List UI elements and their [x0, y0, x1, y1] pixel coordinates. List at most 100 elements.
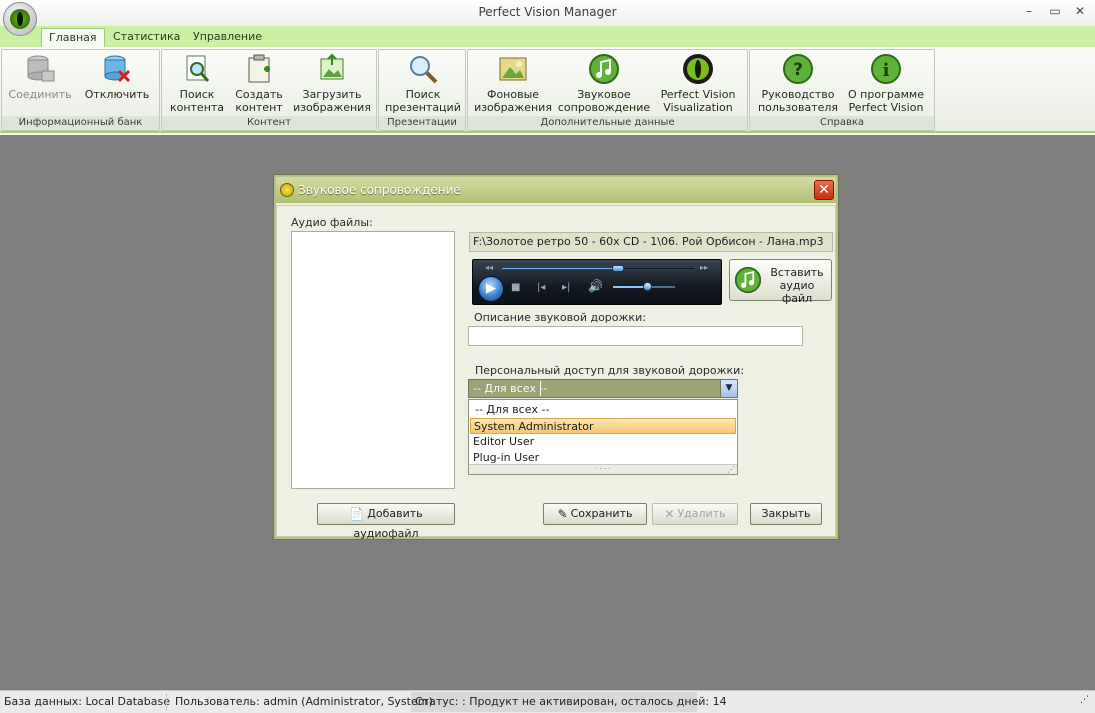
- audio-files-list[interactable]: [291, 231, 455, 489]
- audio-accompaniment-label-2: сопровождение: [557, 101, 651, 114]
- search-content-button[interactable]: Поиск контента: [166, 53, 228, 114]
- volume-slider[interactable]: [613, 282, 675, 291]
- music-note-icon: [734, 266, 762, 294]
- delete-label: Удалить: [677, 507, 726, 520]
- resize-grip-icon[interactable]: ⋰: [1080, 695, 1089, 705]
- dialog-title-bar[interactable]: Звуковое сопровождение ✕: [276, 177, 836, 203]
- upload-images-label-1: Загрузить: [302, 88, 362, 101]
- maximize-button[interactable]: ▭: [1045, 3, 1065, 19]
- volume-thumb[interactable]: [643, 282, 653, 291]
- rewind-icon[interactable]: ◂◂: [485, 263, 493, 272]
- title-bar: Perfect Vision Manager – ▭ ✕: [0, 0, 1095, 26]
- tab-statistics[interactable]: Статистика: [106, 28, 187, 47]
- help-icon: ?: [783, 54, 813, 84]
- group-info-bank: Соединить Отключить Информационный банк: [1, 49, 160, 131]
- database-connect-icon: [27, 55, 55, 82]
- upload-images-label-2: изображения: [293, 101, 371, 114]
- save-button[interactable]: ✎ Сохранить: [543, 503, 647, 525]
- background-images-label-1: Фоновые: [486, 88, 540, 101]
- audio-dialog: Звуковое сопровождение ✕ Аудио файлы: F:…: [274, 175, 838, 540]
- magnifier-icon: [410, 56, 438, 84]
- user-guide-label-2: пользователя: [757, 101, 839, 114]
- connect-button[interactable]: Соединить: [6, 53, 74, 101]
- upload-images-button[interactable]: Загрузить изображения: [290, 53, 374, 114]
- access-selected-value: -- Для всех --: [473, 382, 548, 395]
- chevron-down-icon[interactable]: ▼: [720, 380, 737, 397]
- access-dropdown-list: -- Для всех -- System Administrator Edit…: [468, 399, 738, 475]
- app-menu-logo-icon[interactable]: [3, 2, 37, 36]
- pv-visualization-button[interactable]: Perfect Vision Visualization: [654, 53, 742, 114]
- next-icon[interactable]: ▸|: [562, 282, 570, 293]
- search-document-icon: [186, 55, 210, 82]
- stop-icon[interactable]: ■: [511, 282, 520, 293]
- seek-bar[interactable]: [501, 265, 695, 272]
- svg-text:i: i: [883, 60, 890, 81]
- tab-management[interactable]: Управление: [186, 28, 269, 47]
- previous-icon[interactable]: |◂: [537, 282, 545, 293]
- resize-grip-icon[interactable]: ⋰: [727, 465, 735, 474]
- app-title: Perfect Vision Manager: [478, 5, 617, 19]
- tab-main[interactable]: Главная: [41, 28, 105, 47]
- group-additional-data: Фоновые изображения Звуковое сопровожден…: [467, 49, 748, 131]
- fast-forward-icon[interactable]: ▸▸: [700, 263, 708, 272]
- create-content-label-1: Создать: [235, 88, 283, 101]
- image-upload-icon: [320, 53, 344, 80]
- background-images-label-2: изображения: [474, 101, 552, 114]
- insert-audio-label-2: аудио файл: [779, 279, 815, 305]
- description-input[interactable]: [468, 326, 803, 346]
- access-label: Персональный доступ для звуковой дорожки…: [475, 364, 745, 377]
- connect-label: Соединить: [8, 88, 72, 101]
- dropdown-option-highlighted[interactable]: System Administrator: [470, 418, 736, 434]
- disconnect-label: Отключить: [84, 88, 150, 101]
- about-button[interactable]: i О программе Perfect Vision: [842, 53, 930, 114]
- background-images-button[interactable]: Фоновые изображения: [472, 53, 554, 114]
- search-content-label-2: контента: [169, 101, 225, 114]
- dialog-body: Аудио файлы: F:\Золотое ретро 50 - 60х C…: [276, 205, 836, 540]
- status-user: Пользователь: admin (Administrator, Syst…: [175, 695, 437, 708]
- add-audio-file-button[interactable]: 📄 Добавить аудиофайл: [317, 503, 455, 540]
- group-label-info-bank: Информационный банк: [2, 116, 159, 130]
- group-label-presentations: Презентации: [379, 116, 465, 130]
- add-file-icon: 📄: [349, 507, 365, 521]
- group-presentations: Поиск презентаций Презентации: [378, 49, 466, 131]
- seek-thumb[interactable]: [612, 265, 625, 272]
- media-player: ◂◂ ▸▸ ▶ ■ |◂ ▸| 🔊: [472, 259, 722, 305]
- file-path-field: F:\Золотое ретро 50 - 60х CD - 1\06. Рой…: [469, 232, 833, 252]
- user-guide-button[interactable]: ? Руководство пользователя: [754, 53, 842, 114]
- delete-button[interactable]: ✕ Удалить: [652, 503, 738, 525]
- group-help: ? Руководство пользователя i О программе…: [749, 49, 935, 131]
- disconnect-button[interactable]: Отключить: [82, 53, 152, 101]
- audio-accompaniment-label-1: Звуковое: [577, 88, 631, 101]
- search-presentations-button[interactable]: Поиск презентаций: [383, 53, 463, 114]
- about-label-1: О программе: [848, 88, 924, 101]
- description-label: Описание звуковой дорожки:: [474, 311, 646, 324]
- volume-fill: [613, 286, 648, 288]
- close-label: Закрыть: [761, 507, 811, 520]
- eye-icon: [683, 54, 713, 84]
- dialog-app-icon: [280, 183, 294, 197]
- music-note-icon: [589, 54, 619, 84]
- close-window-button[interactable]: ✕: [1070, 3, 1090, 19]
- audio-accompaniment-button[interactable]: Звуковое сопровождение: [556, 53, 652, 114]
- about-label-2: Perfect Vision: [848, 101, 924, 114]
- volume-icon[interactable]: 🔊: [588, 279, 603, 293]
- dialog-close-button[interactable]: ✕: [814, 180, 834, 200]
- close-button[interactable]: Закрыть: [750, 503, 822, 525]
- minimize-button[interactable]: –: [1019, 3, 1039, 19]
- play-button[interactable]: ▶: [478, 276, 504, 302]
- delete-icon: ✕: [664, 507, 675, 521]
- ribbon: Соединить Отключить Информационный банк …: [0, 47, 1095, 133]
- user-guide-label-1: Руководство: [761, 88, 835, 101]
- dropdown-resize-bar[interactable]: · · · ·: [469, 464, 737, 474]
- dropdown-option[interactable]: Editor User: [470, 434, 736, 450]
- ribbon-tab-strip: Главная Статистика Управление: [0, 26, 1095, 47]
- info-icon: i: [871, 54, 901, 84]
- create-content-button[interactable]: Создать контент: [228, 53, 290, 114]
- access-select[interactable]: -- Для всех -- ▼: [468, 379, 738, 398]
- pv-visualization-label-2: Visualization: [663, 101, 733, 114]
- insert-audio-button[interactable]: Вставить аудио файл: [729, 259, 832, 305]
- search-presentations-label-1: Поиск: [405, 88, 441, 101]
- background-image-icon: [499, 57, 527, 81]
- dropdown-option[interactable]: -- Для всех --: [470, 402, 736, 418]
- group-label-content: Контент: [162, 116, 376, 130]
